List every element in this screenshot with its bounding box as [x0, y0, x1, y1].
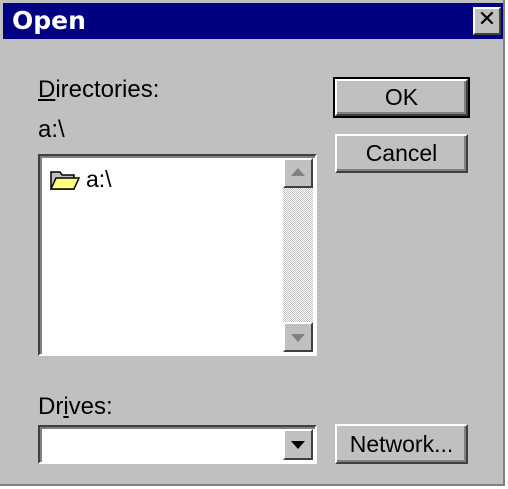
down-arrow-icon [291, 334, 305, 342]
dropdown-button[interactable] [283, 429, 313, 460]
directories-list[interactable]: a:\ [38, 154, 317, 356]
close-button[interactable]: ✕ [473, 7, 501, 35]
window-title: Open [12, 6, 86, 35]
ok-button[interactable]: OK [333, 77, 470, 118]
list-item[interactable]: a:\ [50, 166, 112, 193]
drives-dropdown[interactable] [38, 425, 317, 464]
current-path: a:\ [38, 116, 65, 143]
drives-label: Drives: [38, 393, 113, 420]
title-bar[interactable]: Open ✕ [3, 3, 503, 39]
network-button[interactable]: Network... [335, 424, 468, 464]
open-folder-icon [50, 170, 80, 190]
vertical-scrollbar[interactable] [283, 158, 313, 352]
up-arrow-icon [291, 168, 305, 176]
list-item-label: a:\ [86, 166, 112, 192]
chevron-down-icon [291, 441, 305, 449]
cancel-button[interactable]: Cancel [335, 134, 468, 173]
directories-label: Directories: [38, 76, 160, 103]
open-dialog: Open ✕ Directories: a:\ a:\ OK Cancel Dr… [0, 0, 505, 486]
close-icon: ✕ [477, 7, 497, 32]
scroll-up-button[interactable] [283, 158, 313, 188]
scroll-down-button[interactable] [283, 322, 313, 352]
